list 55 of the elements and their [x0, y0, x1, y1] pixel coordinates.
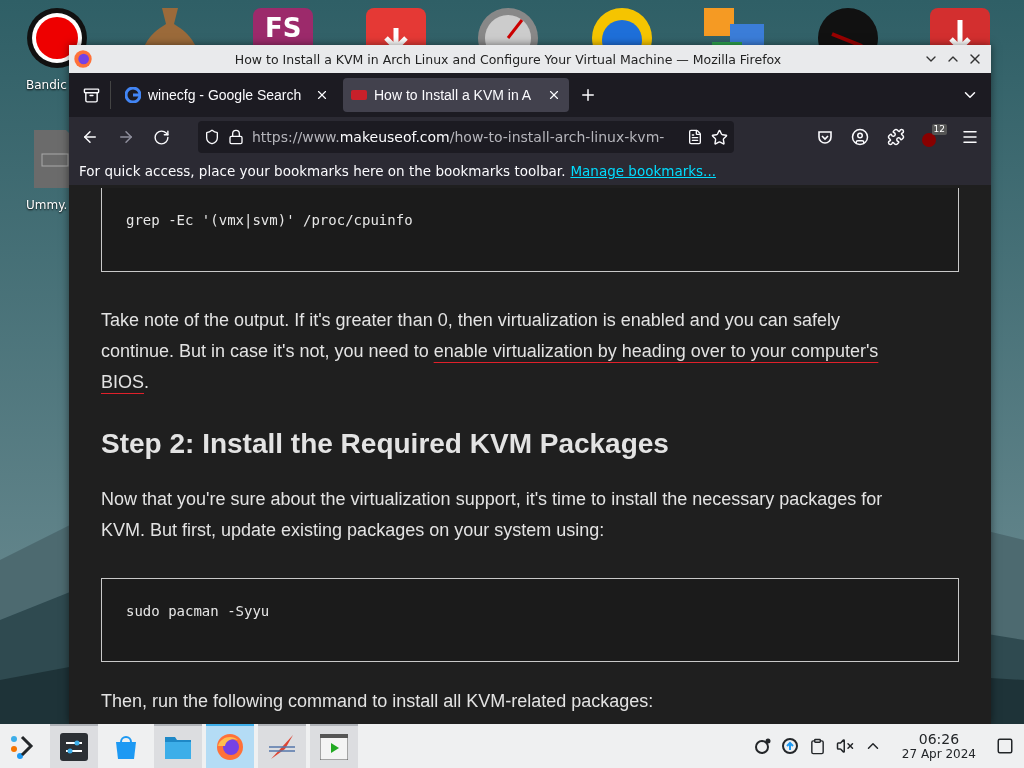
- tab[interactable]: winecfg - Google Search: [117, 78, 337, 112]
- google-icon: [125, 87, 141, 103]
- icon-label: Bandic: [26, 78, 67, 92]
- taskbar-app[interactable]: [310, 724, 358, 768]
- app-icon-text: FS: [265, 14, 302, 42]
- bookmark-star-icon[interactable]: [711, 128, 728, 146]
- app-icon: [366, 8, 426, 45]
- lock-icon: [228, 129, 244, 145]
- address-bar[interactable]: https://www.makeuseof.com/how-to-install-arch-linux-kvm-: [198, 121, 734, 153]
- muted-speaker-icon[interactable]: [835, 737, 854, 755]
- reader-view-icon[interactable]: [687, 129, 703, 145]
- tab-title: How to Install a KVM in A: [374, 87, 533, 103]
- paragraph: Now that you're sure about the virtualization support, it's time to install the necessary packages for KVM. But first, update existing packages on your system using:: [101, 488, 884, 542]
- taskbar-app[interactable]: [50, 724, 98, 768]
- link[interactable]: enable virtualization by heading over to your computer's: [433, 341, 879, 361]
- download-icon: [930, 8, 990, 45]
- close-tab-icon[interactable]: [315, 88, 329, 102]
- close-tab-icon[interactable]: [547, 88, 561, 102]
- window-title: How to Install a KVM in Arch Linux and Configure Your Virtual Machine — Mozilla Firefox: [233, 51, 783, 67]
- bookmarks-hint: For quick access, place your bookmarks here on the bookmarks toolbar.: [79, 163, 566, 179]
- reload-icon[interactable]: [153, 128, 170, 146]
- browser-icon: [215, 732, 245, 762]
- tab[interactable]: How to Install a KVM in A: [343, 78, 569, 112]
- new-tab-icon[interactable]: [579, 86, 597, 104]
- back-icon[interactable]: [81, 128, 99, 146]
- icon-label: Ummy.: [26, 198, 68, 212]
- update-icon[interactable]: [780, 737, 799, 755]
- code-block: grep -Ec '(vmx|svm)' /proc/cpuinfo: [101, 188, 959, 272]
- extension-button[interactable]: 12: [919, 124, 947, 150]
- paragraph: Take note of the output. If it's greater than 0, then virtualization is enabled and you can safely continue. But in case it's not, you need to enable virtualization by heading over to your computer's BIOS.: [101, 309, 880, 394]
- extensions-icon[interactable]: [887, 128, 905, 146]
- video-player-icon: [320, 734, 348, 760]
- code-block: sudo pacman -Syyu: [101, 578, 959, 662]
- clipboard-icon[interactable]: [808, 737, 826, 755]
- sliders-icon: [60, 733, 88, 761]
- show-desktop-icon[interactable]: [996, 737, 1014, 755]
- pocket-icon[interactable]: [817, 129, 833, 145]
- window-tiles-icon: [704, 8, 764, 45]
- tab-title: winecfg - Google Search: [148, 87, 303, 103]
- launcher-icon[interactable]: [10, 733, 36, 759]
- app-icon: [253, 8, 313, 45]
- manage-bookmarks-link[interactable]: Manage bookmarks...: [570, 163, 716, 179]
- extension-badge: 12: [931, 124, 947, 135]
- section-heading: Step 2: Install the Required KVM Packages: [101, 428, 670, 460]
- browser-icon: [73, 49, 93, 69]
- site-icon: [351, 90, 367, 100]
- paragraph: Then, run the following command to install all KVM-related packages:: [101, 690, 655, 713]
- shield-icon: [204, 129, 220, 145]
- clock[interactable]: 06:26 27 Apr 2024: [901, 731, 976, 761]
- account-icon[interactable]: [851, 128, 869, 146]
- link[interactable]: BIOS: [101, 372, 144, 392]
- forward-icon[interactable]: [117, 128, 135, 146]
- menu-icon[interactable]: [961, 128, 979, 146]
- tab-overview-icon[interactable]: [83, 86, 100, 104]
- connect-icon[interactable]: [752, 737, 771, 755]
